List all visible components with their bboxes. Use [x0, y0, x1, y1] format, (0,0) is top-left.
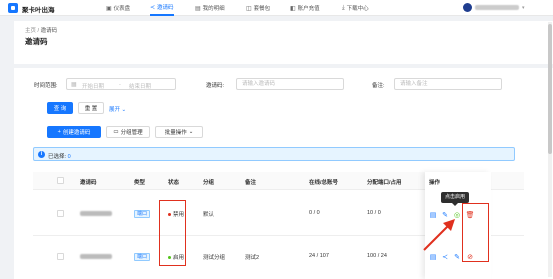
- type-tag: 端口: [134, 210, 151, 218]
- avatar: [463, 3, 472, 12]
- download-icon: ⤓: [342, 4, 345, 11]
- share-icon: ≺: [150, 4, 156, 11]
- annotation-arrow-icon: [423, 219, 455, 251]
- note-label: 备注:: [372, 83, 385, 89]
- type-tag: 端口: [134, 253, 151, 261]
- chevron-down-icon: ⌄: [188, 129, 194, 135]
- enable-tooltip: 点击启用: [441, 192, 470, 206]
- top-navigation-bar: 聚卡叶出海 ▣ 仪表盘 ≺ 邀请码 ▤ 我的明细 ◫ 套餐包 ◧ 账户充值 ⤓ …: [0, 0, 553, 16]
- brand-logo-icon: [8, 3, 18, 13]
- col-status: 状态: [168, 180, 180, 186]
- group-cell: 默认: [203, 212, 215, 218]
- create-button-label: 创建邀请码: [62, 130, 91, 136]
- col-group: 分组: [203, 180, 215, 186]
- invite-code-field[interactable]: [236, 78, 344, 90]
- nav-label: 我的明细: [202, 6, 225, 12]
- wallet-icon: ▤: [195, 5, 201, 12]
- status-highlight-box: [159, 200, 186, 266]
- batch-operation-dropdown[interactable]: 批量操作 ⌄: [155, 126, 203, 138]
- breadcrumb-current: 邀请码: [40, 28, 58, 34]
- nav-item-invite-code[interactable]: ≺ 邀请码: [150, 0, 174, 16]
- brand-name: 聚卡叶出海: [22, 7, 55, 14]
- invite-code-label: 邀请码:: [206, 83, 225, 89]
- reset-button[interactable]: 重 置: [78, 102, 104, 114]
- nav-item-recharge[interactable]: ◧ 账户充值: [290, 0, 320, 16]
- ports-cell: 100 / 24: [367, 253, 387, 259]
- row-checkbox[interactable]: [57, 210, 64, 217]
- nav-label: 下载中心: [346, 6, 369, 12]
- nav-item-details[interactable]: ▤ 我的明细: [195, 0, 225, 16]
- page-header: 主页 / 邀请码 邀请码: [14, 21, 553, 64]
- group-cell: 测试分组: [203, 255, 226, 261]
- col-invite-code: 邀请码: [80, 180, 97, 186]
- time-range-label: 时间范围:: [34, 83, 58, 89]
- user-name-redacted: [475, 5, 519, 10]
- package-icon: ◫: [246, 5, 252, 12]
- nav-label: 套餐包: [253, 6, 271, 12]
- nav-item-packages[interactable]: ◫ 套餐包: [246, 0, 270, 16]
- invite-code-input[interactable]: [237, 79, 343, 89]
- nav-item-dashboard[interactable]: ▣ 仪表盘: [106, 0, 130, 16]
- row-checkbox[interactable]: [57, 253, 64, 260]
- note-input[interactable]: [395, 79, 501, 89]
- online-total-cell: 0 / 0: [309, 210, 320, 216]
- col-note: 备注: [245, 180, 257, 186]
- col-type: 类型: [134, 180, 146, 186]
- invite-code-value-redacted: [80, 254, 112, 259]
- group-management-button[interactable]: ▭ 分组管理: [106, 126, 150, 138]
- start-date-placeholder: 开始日期: [82, 83, 105, 90]
- search-button-label: 查 询: [53, 106, 67, 112]
- date-range-separator: -: [119, 81, 121, 88]
- breadcrumb: 主页 / 邀请码: [25, 26, 57, 34]
- calendar-icon: ▦: [71, 82, 77, 88]
- recharge-icon: ◧: [290, 5, 296, 12]
- plus-icon: +: [57, 129, 61, 135]
- invite-code-value-redacted: [80, 211, 112, 216]
- user-menu[interactable]: ▾: [463, 3, 525, 12]
- nav-label: 账户充值: [297, 6, 320, 12]
- reset-button-label: 重 置: [84, 106, 98, 112]
- ports-cell: 10 / 0: [367, 210, 381, 216]
- group-button-label: 分组管理: [120, 130, 143, 136]
- search-button[interactable]: 查 询: [47, 102, 73, 114]
- scrollbar-thumb[interactable]: [548, 24, 552, 154]
- nav-label: 仪表盘: [113, 6, 131, 12]
- expand-label: 展开: [109, 107, 121, 113]
- col-ports: 分配端口/占用: [367, 180, 402, 186]
- nav-label: 邀请码: [157, 5, 174, 11]
- create-invite-code-button[interactable]: + 创建邀请码: [47, 126, 101, 138]
- breadcrumb-home[interactable]: 主页: [25, 28, 36, 34]
- selection-text: 已选择: 0: [48, 152, 71, 160]
- expand-filters-link[interactable]: 展开 ⌄: [109, 105, 126, 113]
- nav-item-download-center[interactable]: ⤓ 下载中心: [342, 0, 369, 16]
- actions-highlight-box: [462, 203, 489, 262]
- dashboard-icon: ▣: [106, 5, 112, 12]
- folder-icon: ▭: [113, 129, 119, 135]
- online-total-cell: 24 / 107: [309, 253, 329, 259]
- note-cell: 测试2: [245, 255, 260, 261]
- col-operations: 操作: [429, 180, 441, 186]
- selection-label: 已选择:: [48, 153, 67, 160]
- selection-info-bar: i 已选择: 0: [33, 147, 515, 161]
- chevron-down-icon: ⌄: [121, 107, 127, 113]
- col-online-total: 在线/总账号: [309, 180, 339, 186]
- page-title: 邀请码: [25, 37, 48, 46]
- selection-count: 0: [67, 153, 71, 160]
- chevron-down-icon: ▾: [522, 4, 525, 11]
- note-field[interactable]: [394, 78, 502, 90]
- info-icon: i: [38, 150, 45, 158]
- batch-button-label: 批量操作: [164, 130, 187, 136]
- breadcrumb-separator: /: [37, 28, 40, 34]
- select-all-checkbox[interactable]: [57, 177, 64, 184]
- end-date-placeholder: 结束日期: [129, 83, 152, 90]
- date-range-picker[interactable]: ▦ 开始日期 - 结束日期: [66, 78, 176, 90]
